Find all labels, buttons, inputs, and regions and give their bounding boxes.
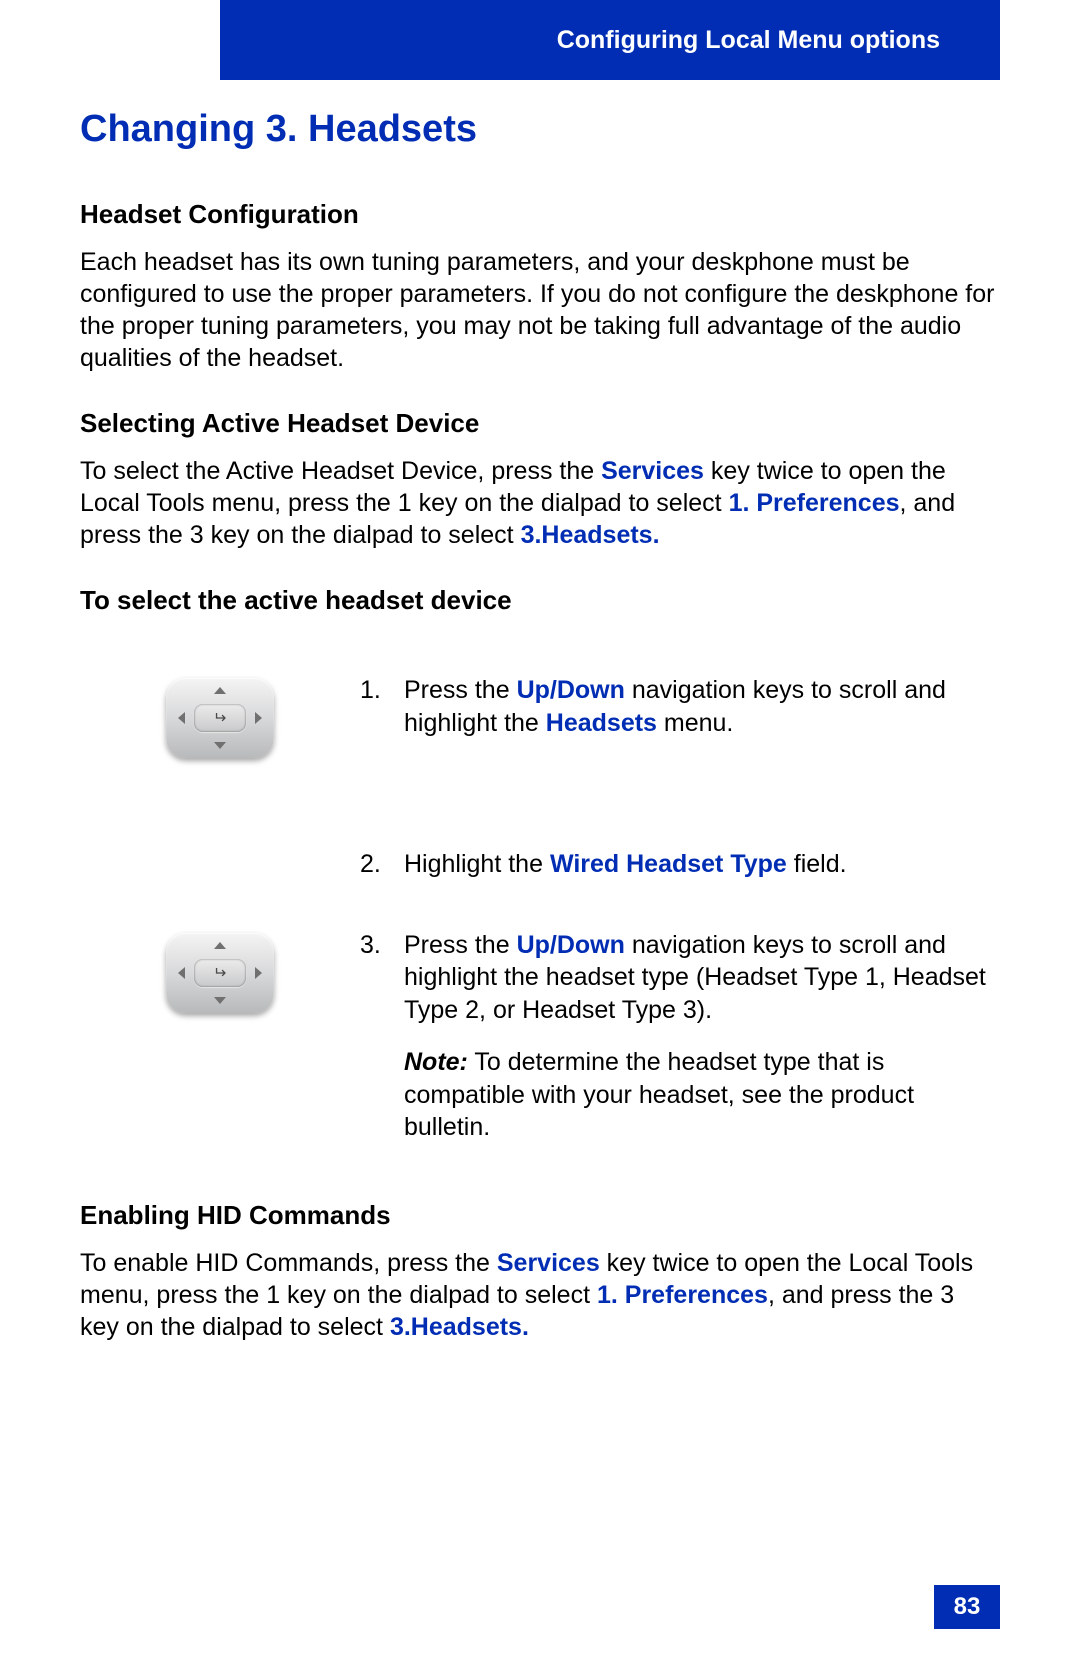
heading-headset-config: Headset Configuration xyxy=(80,199,1000,230)
services-key-label: Services xyxy=(497,1249,600,1277)
right-arrow-icon xyxy=(255,967,262,979)
headsets-menu-label: Headsets xyxy=(546,709,657,737)
dpad-icon: ↵ xyxy=(166,933,274,1013)
heading-selecting-device: Selecting Active Headset Device xyxy=(80,408,1000,439)
text: Highlight the xyxy=(404,850,550,878)
step-number: 1. xyxy=(360,674,404,739)
heading-hid: Enabling HID Commands xyxy=(80,1200,1000,1231)
note-body: To determine the headset type that is co… xyxy=(404,1048,914,1141)
down-arrow-icon xyxy=(214,742,226,749)
step-row: ↵ 1. Press the Up/Down navigation keys t… xyxy=(80,674,1000,758)
paragraph-hid: To enable HID Commands, press the Servic… xyxy=(80,1247,1000,1343)
paragraph-selecting: To select the Active Headset Device, pre… xyxy=(80,455,1000,551)
dpad-icon: ↵ xyxy=(166,678,274,758)
down-arrow-icon xyxy=(214,997,226,1004)
page-title: Changing 3. Headsets xyxy=(80,108,1000,151)
text: Press the xyxy=(404,676,517,704)
step-icon-col xyxy=(80,848,360,852)
step-text: 2. Highlight the Wired Headset Type fiel… xyxy=(360,848,1000,881)
text: menu. xyxy=(657,709,733,737)
services-key-label: Services xyxy=(601,457,704,485)
up-arrow-icon xyxy=(214,942,226,949)
preferences-label: 1. Preferences xyxy=(729,489,900,517)
step-icon-col: ↵ xyxy=(80,674,360,758)
enter-icon: ↵ xyxy=(213,708,226,728)
step-number: 3. xyxy=(360,929,404,1144)
text: field. xyxy=(787,850,847,878)
wired-headset-label: Wired Headset Type xyxy=(550,850,787,878)
step-number: 2. xyxy=(360,848,404,881)
step-text: 1. Press the Up/Down navigation keys to … xyxy=(360,674,1000,739)
left-arrow-icon xyxy=(178,967,185,979)
step-body: Highlight the Wired Headset Type field. xyxy=(404,848,1000,881)
header-bar: Configuring Local Menu options xyxy=(220,0,1000,80)
preferences-label: 1. Preferences xyxy=(597,1281,768,1309)
step-row: ↵ 3. Press the Up/Down navigation keys t… xyxy=(80,929,1000,1144)
up-arrow-icon xyxy=(214,687,226,694)
step-text: 3. Press the Up/Down navigation keys to … xyxy=(360,929,1000,1144)
note-label: Note: xyxy=(404,1048,468,1076)
step-row: 2. Highlight the Wired Headset Type fiel… xyxy=(80,848,1000,881)
step-icon-col: ↵ xyxy=(80,929,360,1013)
breadcrumb: Configuring Local Menu options xyxy=(557,26,940,55)
step-body: Press the Up/Down navigation keys to scr… xyxy=(404,929,1000,1144)
text: To select the Active Headset Device, pre… xyxy=(80,457,601,485)
right-arrow-icon xyxy=(255,712,262,724)
enter-icon: ↵ xyxy=(213,963,226,983)
headsets-label: 3.Headsets. xyxy=(521,521,660,549)
text: To enable HID Commands, press the xyxy=(80,1249,497,1277)
step-body: Press the Up/Down navigation keys to scr… xyxy=(404,674,1000,739)
paragraph-config: Each headset has its own tuning paramete… xyxy=(80,246,1000,374)
text: Press the xyxy=(404,931,517,959)
left-arrow-icon xyxy=(178,712,185,724)
page-content: Changing 3. Headsets Headset Configurati… xyxy=(80,108,1000,1377)
updown-label: Up/Down xyxy=(517,676,625,704)
heading-to-select: To select the active headset device xyxy=(80,585,1000,616)
page-number: 83 xyxy=(934,1585,1000,1629)
updown-label: Up/Down xyxy=(517,931,625,959)
headsets-label: 3.Headsets. xyxy=(390,1313,529,1341)
